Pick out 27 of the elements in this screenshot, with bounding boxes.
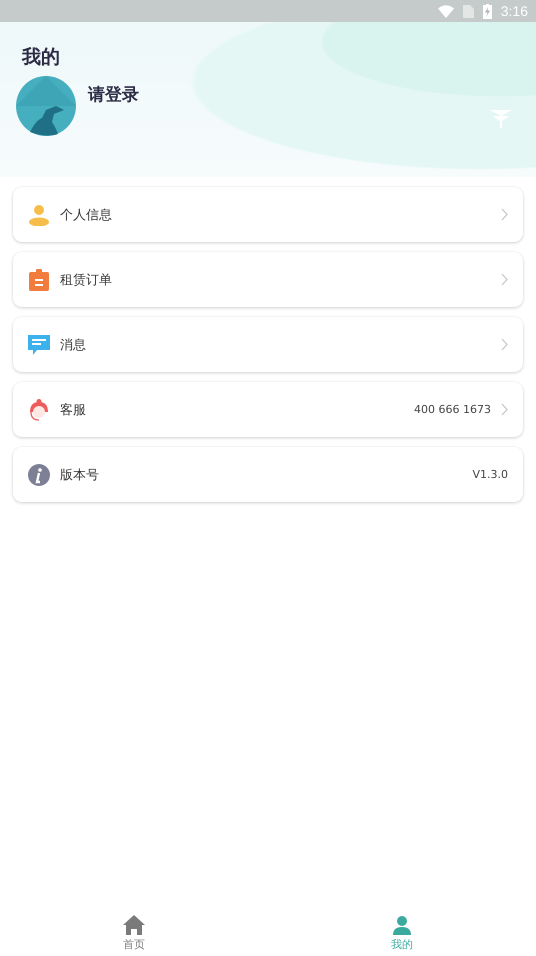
menu-item[interactable]: 消息	[13, 317, 523, 372]
menu-value: 400 666 1673	[414, 403, 491, 416]
menu-item[interactable]: 租赁订单	[13, 252, 523, 307]
menu-label: 版本号	[60, 466, 100, 484]
clipboard-icon	[28, 268, 50, 290]
avatar[interactable]	[16, 76, 76, 136]
no-sim-icon	[462, 4, 474, 18]
page-title: 我的	[22, 45, 60, 70]
menu-label: 消息	[60, 336, 87, 354]
menu-label: 客服	[60, 402, 87, 418]
chat-icon	[28, 334, 50, 356]
info-icon	[28, 464, 50, 486]
nav-tab[interactable]: 首页	[53, 902, 215, 952]
menu-item[interactable]: 版本号 V1.3.0	[13, 447, 523, 502]
agent-icon	[28, 398, 50, 420]
menu-label: 租赁订单	[60, 272, 113, 288]
menu-label: 个人信息	[60, 206, 113, 224]
wifi-icon	[438, 4, 454, 18]
home-icon	[123, 915, 145, 935]
menu-item[interactable]: 客服 400 666 1673	[13, 382, 523, 437]
menu-value: V1.3.0	[472, 468, 508, 481]
battery-charging-icon	[482, 4, 492, 18]
person-icon	[28, 204, 50, 226]
clock-time: 3:16	[500, 3, 528, 19]
person-icon	[391, 915, 413, 935]
menu-item[interactable]: 个人信息	[13, 187, 523, 242]
login-prompt[interactable]: 请登录	[88, 82, 139, 106]
